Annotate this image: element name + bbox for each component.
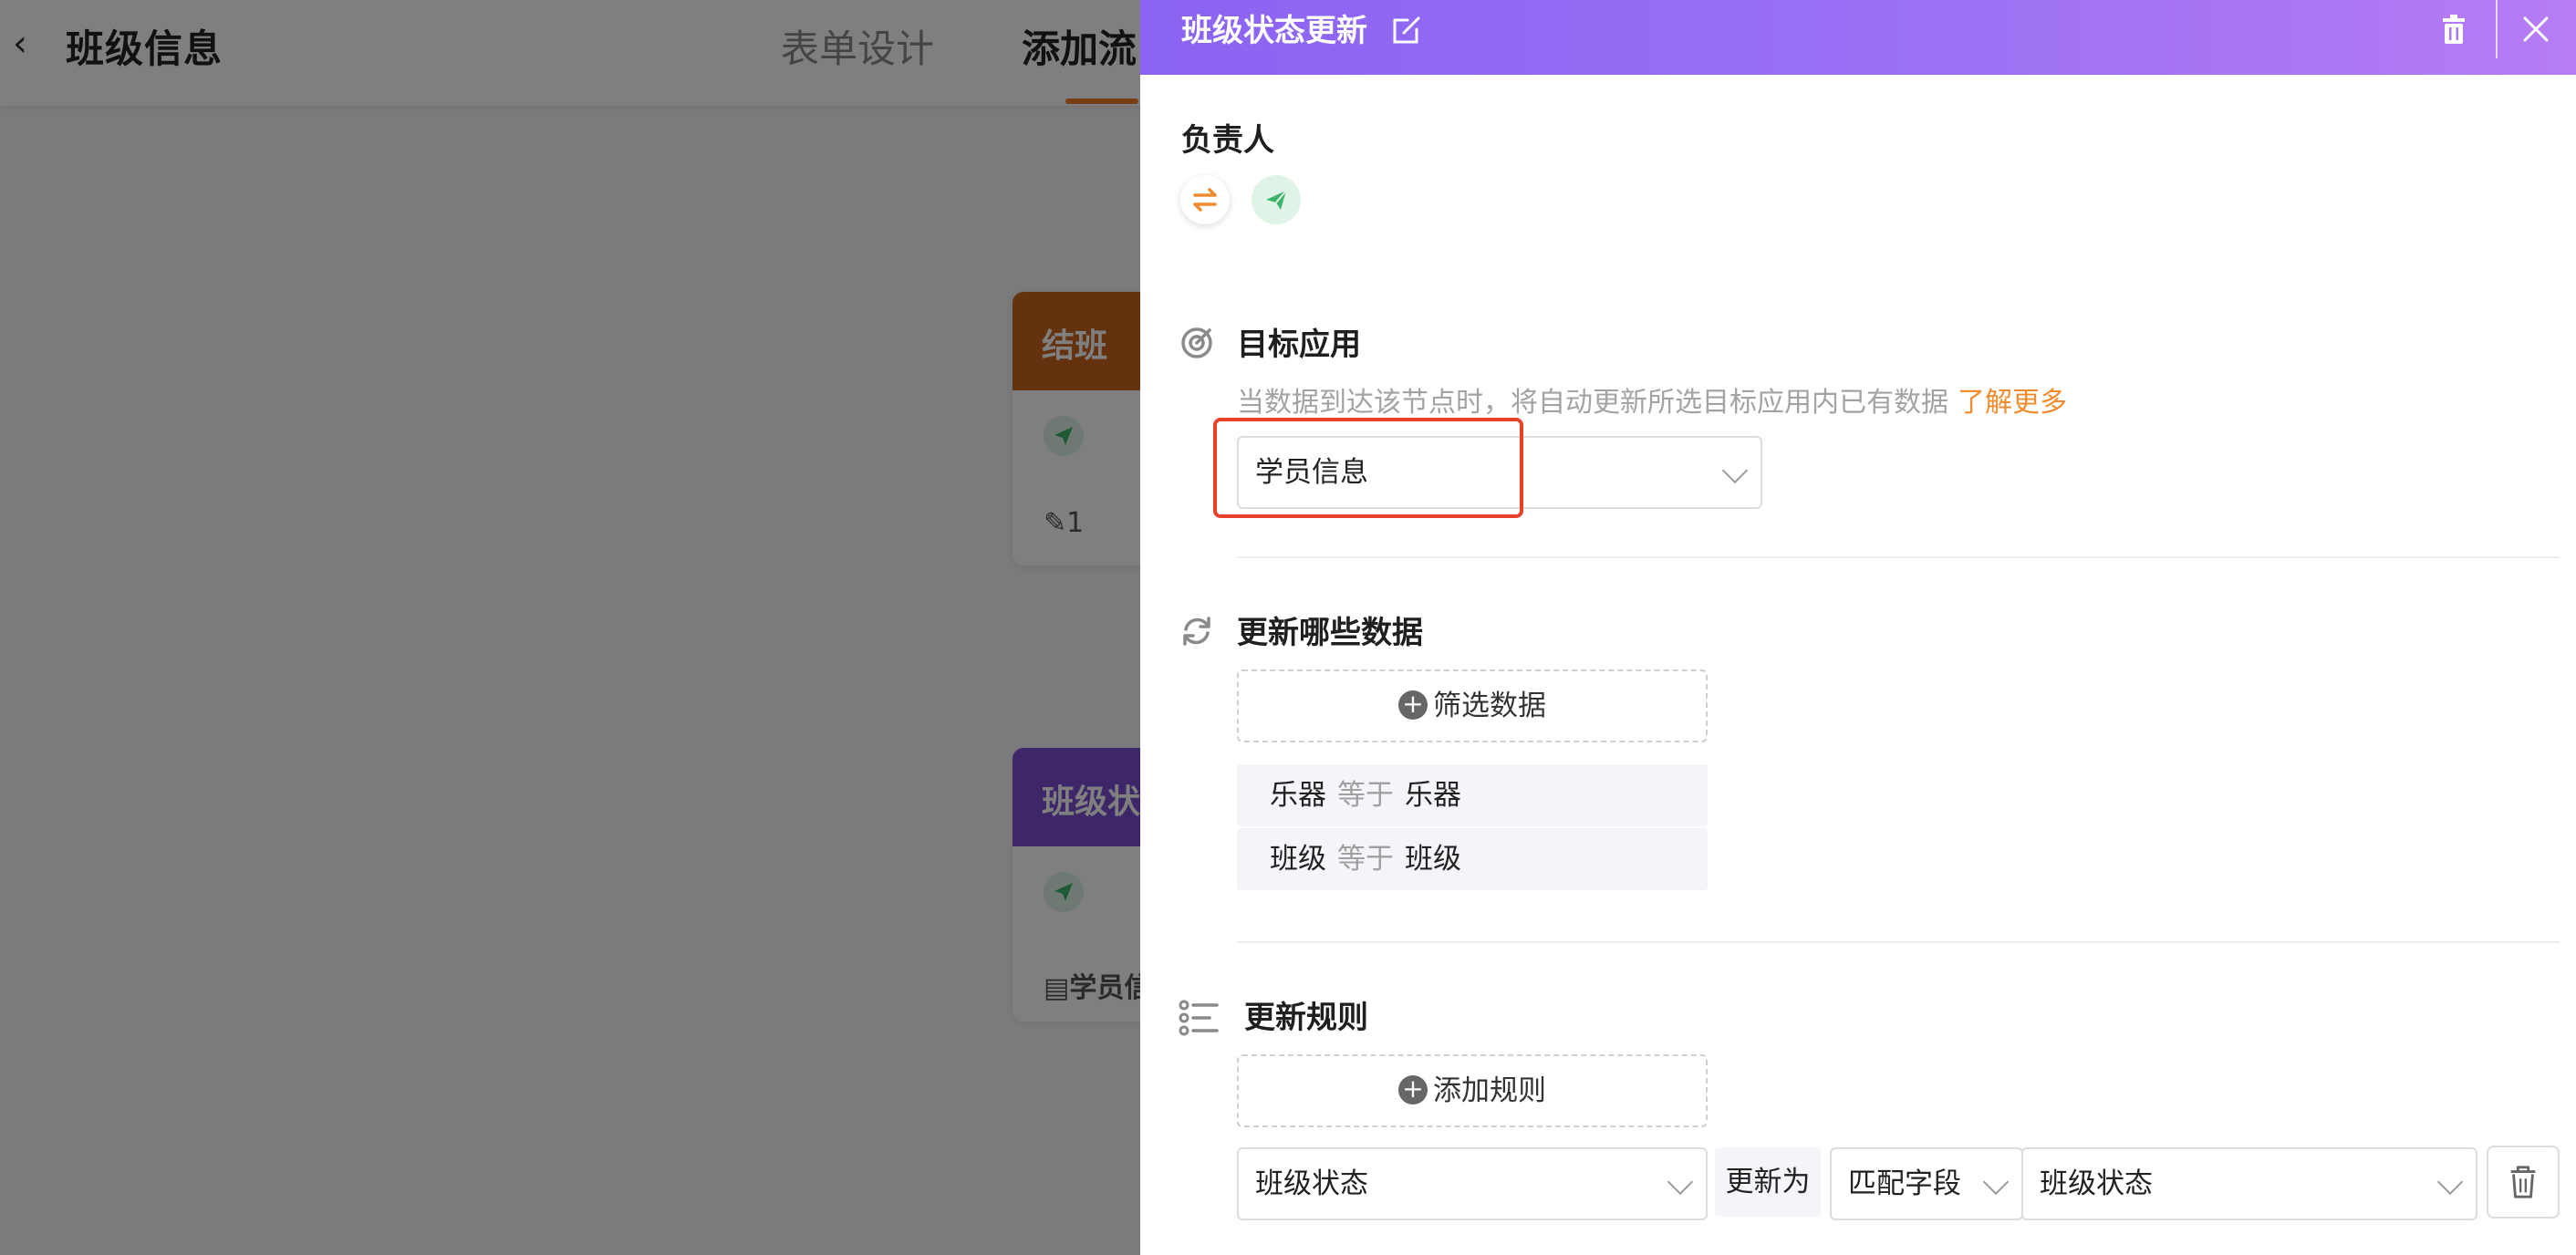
target-app-hint: 当数据到达该节点时，将自动更新所选目标应用内已有数据 了解更多 <box>1237 385 2067 421</box>
chevron-down-icon <box>2436 1168 2464 1196</box>
chevron-down-icon <box>1982 1168 2010 1196</box>
chevron-down-icon <box>1667 1168 1694 1196</box>
header-divider <box>2496 0 2498 58</box>
delete-rule-button[interactable] <box>2487 1146 2560 1219</box>
drawer-title: 班级状态更新 <box>1181 13 1367 49</box>
target-app-label: 目标应用 <box>1237 327 1361 363</box>
plus-icon: + <box>1398 1074 1428 1105</box>
condition-value: 班级 <box>1405 843 1461 876</box>
list-rules-icon <box>1179 1000 1219 1036</box>
target-icon <box>1181 327 1212 358</box>
chevron-down-icon <box>1721 457 1749 484</box>
update-as-label: 更新为 <box>1715 1147 1821 1217</box>
condition-operator: 等于 <box>1337 779 1394 812</box>
filter-condition-row[interactable]: 乐器 等于 乐器 <box>1237 764 1708 826</box>
edit-icon[interactable] <box>1391 15 1422 46</box>
filter-data-label: 筛选数据 <box>1433 690 1546 722</box>
rule-mode-select[interactable]: 匹配字段 <box>1830 1147 2023 1220</box>
add-rule-label: 添加规则 <box>1433 1074 1546 1107</box>
condition-field: 班级 <box>1270 843 1326 876</box>
section-divider <box>1237 941 2560 943</box>
filter-condition-row[interactable]: 班级 等于 班级 <box>1237 828 1708 890</box>
swap-assignee-button[interactable] <box>1180 175 1230 224</box>
swap-icon <box>1193 188 1217 212</box>
rule-mode: 匹配字段 <box>1848 1167 1961 1200</box>
filter-data-button[interactable]: + 筛选数据 <box>1237 669 1708 742</box>
update-data-label: 更新哪些数据 <box>1237 615 1423 651</box>
rule-source-field-select[interactable]: 班级状态 <box>2021 1147 2477 1220</box>
refresh-icon <box>1183 617 1210 646</box>
condition-field: 乐器 <box>1270 779 1326 812</box>
send-assignee-button[interactable] <box>1252 175 1301 224</box>
condition-value: 乐器 <box>1405 779 1461 812</box>
learn-more-link[interactable]: 了解更多 <box>1958 387 2067 419</box>
send-icon <box>1266 190 1287 210</box>
update-rules-label: 更新规则 <box>1244 1000 1368 1036</box>
node-settings-drawer: 班级状态更新 负责人 目标应用 当数据到达该节点时，将自动更新所选目标应用内已有… <box>1140 0 2576 1255</box>
hint-text: 当数据到达该节点时，将自动更新所选目标应用内已有数据 <box>1237 387 1948 419</box>
rule-target-field-select[interactable]: 班级状态 <box>1237 1147 1708 1220</box>
trash-icon <box>2510 1166 2536 1198</box>
highlight-annotation <box>1213 418 1523 518</box>
add-rule-button[interactable]: + 添加规则 <box>1237 1054 1708 1127</box>
rule-source-field: 班级状态 <box>2040 1167 2153 1200</box>
close-icon[interactable] <box>2519 13 2552 46</box>
plus-icon: + <box>1398 690 1428 720</box>
condition-operator: 等于 <box>1337 843 1394 876</box>
assignee-label: 负责人 <box>1181 122 1274 159</box>
section-divider <box>1237 556 2560 558</box>
delete-icon[interactable] <box>2437 13 2470 46</box>
drawer-header: 班级状态更新 <box>1140 0 2576 75</box>
rule-target-field: 班级状态 <box>1255 1167 1368 1200</box>
